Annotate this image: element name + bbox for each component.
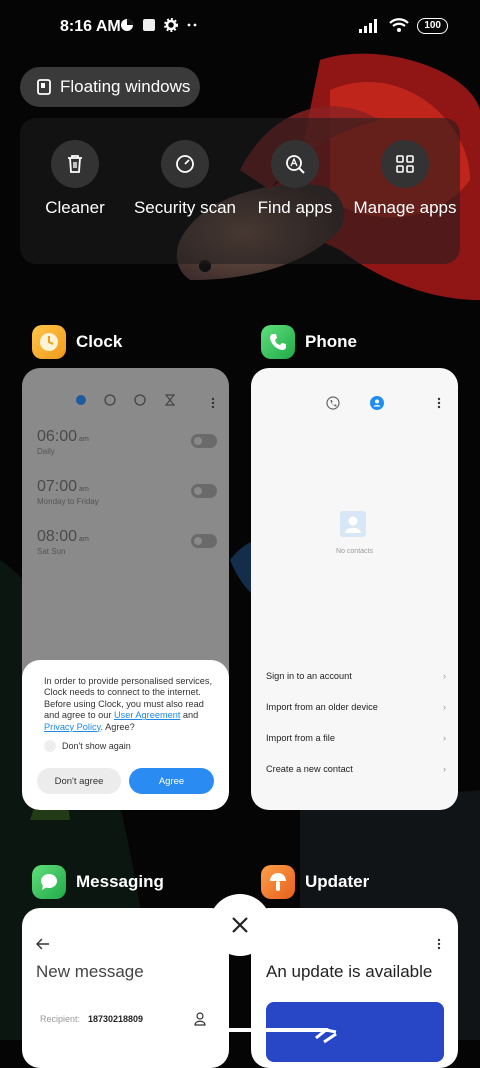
- messaging-app-icon: [32, 865, 66, 899]
- alarm-toggle[interactable]: [191, 484, 217, 498]
- more-vert-icon[interactable]: [437, 397, 441, 409]
- clock-app-icon: [32, 325, 66, 359]
- close-icon: [232, 917, 248, 933]
- dont-show-again-label: Don't show again: [62, 741, 131, 751]
- contacts-empty-icon: [340, 511, 366, 537]
- signal-icon: [359, 19, 378, 33]
- alarm-time: 08:00: [37, 528, 78, 545]
- window-icon: [37, 79, 51, 95]
- security-scan-label: Security scan: [133, 198, 237, 217]
- floating-windows-label: Floating windows: [60, 77, 191, 96]
- clock-app-card[interactable]: 06:00 am Daily 07:00 am Monday to Friday 0…: [22, 368, 229, 810]
- phone-app-header[interactable]: Phone: [261, 325, 357, 359]
- chevron-right-icon: ›: [442, 671, 446, 681]
- chevron-right-icon: ›: [442, 702, 446, 712]
- more-vert-icon[interactable]: [211, 397, 215, 409]
- recipient-field[interactable]: 18730218809: [88, 1014, 143, 1024]
- messaging-app-header[interactable]: Messaging: [32, 865, 164, 899]
- alarm-item[interactable]: 08:00 am Sat Sun: [37, 528, 217, 556]
- contact-picker-icon[interactable]: [194, 1012, 206, 1026]
- chevron-right-icon: ›: [442, 764, 446, 774]
- recipient-label: Recipient:: [40, 1014, 81, 1024]
- clock-tabs: [76, 394, 176, 406]
- phone-app-icon: [261, 325, 295, 359]
- messaging-app-card[interactable]: New message Recipient: 18730218809: [22, 908, 229, 1068]
- wifi-icon: [389, 18, 410, 32]
- trash-icon: [68, 155, 82, 173]
- phone-tabs: [326, 396, 384, 410]
- dont-show-again-checkbox[interactable]: Don't show again: [44, 740, 131, 752]
- updater-app-card[interactable]: An update is available: [251, 908, 458, 1068]
- import-file-option[interactable]: Import from a file ›: [266, 733, 446, 743]
- data-saver-icon: [121, 19, 133, 31]
- agree-button[interactable]: Agree: [129, 768, 214, 794]
- alarm-repeat: Monday to Friday: [37, 497, 99, 506]
- updater-app-icon: [261, 865, 295, 899]
- clear-all-button[interactable]: [209, 894, 271, 956]
- create-contact-option[interactable]: Create a new contact ›: [266, 764, 446, 774]
- sign-in-option[interactable]: Sign in to an account ›: [266, 671, 446, 681]
- back-arrow-icon[interactable]: [36, 938, 50, 950]
- manage-apps-button[interactable]: Manage apps: [350, 140, 460, 218]
- messaging-app-name: Messaging: [76, 872, 164, 891]
- phone-app-name: Phone: [305, 332, 357, 351]
- alarm-item[interactable]: 07:00 am Monday to Friday: [37, 478, 217, 506]
- find-apps-icon: [286, 155, 305, 174]
- dont-agree-button[interactable]: Don't agree: [37, 768, 121, 794]
- no-contacts-text: No contacts: [336, 548, 373, 555]
- checkbox-circle: [44, 740, 56, 752]
- cleaner-button[interactable]: Cleaner: [20, 140, 130, 218]
- update-available-title: An update is available: [266, 962, 433, 981]
- grid-icon: [396, 155, 414, 173]
- floating-windows-button[interactable]: Floating windows: [20, 67, 200, 107]
- alarm-toggle[interactable]: [191, 434, 217, 448]
- updater-app-name: Updater: [305, 872, 370, 891]
- security-scan-icon: [176, 155, 194, 173]
- import-older-device-option[interactable]: Import from an older device ›: [266, 702, 446, 712]
- security-scan-button[interactable]: Security scan: [130, 140, 240, 218]
- more-vert-icon[interactable]: [437, 938, 441, 950]
- alarm-toggle[interactable]: [191, 534, 217, 548]
- find-apps-label: Find apps: [257, 198, 333, 217]
- clock-app-name: Clock: [76, 332, 123, 351]
- new-message-title: New message: [36, 962, 144, 981]
- update-banner-image: [266, 1002, 444, 1062]
- home-indicator[interactable]: [151, 1028, 329, 1032]
- chevron-right-icon: ›: [442, 733, 446, 743]
- find-apps-button[interactable]: Find apps: [240, 140, 350, 218]
- phone-app-card[interactable]: No contacts Sign in to an account › Impor…: [251, 368, 458, 810]
- updater-app-header[interactable]: Updater: [261, 865, 369, 899]
- gear-icon: [164, 18, 178, 32]
- status-bar: 8:16 AM 100: [0, 0, 480, 56]
- quick-actions-panel: Cleaner Security scan Find apps Manage a…: [20, 118, 460, 264]
- privacy-dialog: In order to provide personalised service…: [22, 660, 229, 810]
- user-agreement-link[interactable]: User Agreement: [114, 710, 180, 720]
- alarm-time: 06:00: [37, 428, 78, 445]
- status-time: 8:16 AM: [60, 18, 121, 35]
- cleaner-label: Cleaner: [45, 198, 105, 217]
- clock-app-header[interactable]: Clock: [32, 325, 122, 359]
- square-icon: [143, 19, 155, 31]
- alarm-item[interactable]: 06:00 am Daily: [37, 428, 217, 456]
- alarm-time: 07:00: [37, 478, 78, 495]
- battery-icon: 100: [417, 18, 448, 34]
- privacy-policy-link[interactable]: Privacy Policy: [44, 722, 101, 732]
- alarm-repeat: Sat Sun: [37, 547, 66, 556]
- more-dots-icon: [187, 23, 197, 27]
- alarm-repeat: Daily: [37, 447, 55, 456]
- manage-apps-label: Manage apps: [353, 198, 457, 217]
- dialog-message: In order to provide personalised service…: [44, 676, 213, 732]
